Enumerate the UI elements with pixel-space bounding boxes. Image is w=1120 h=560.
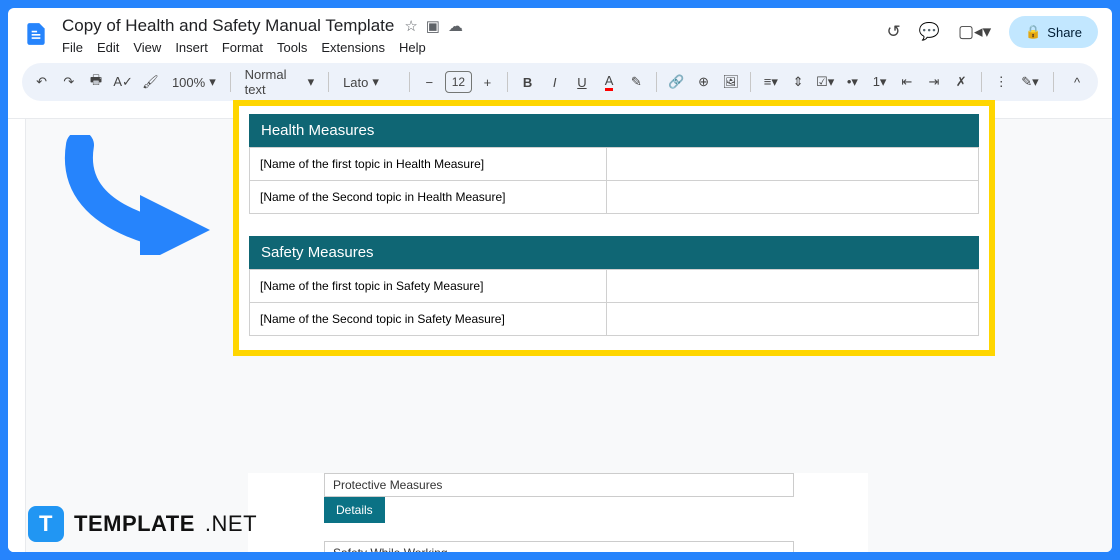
details-button[interactable]: Details [324, 497, 385, 523]
document-title[interactable]: Copy of Health and Safety Manual Templat… [62, 16, 394, 36]
bullet-list-icon[interactable]: •▾ [841, 69, 864, 95]
font-select[interactable]: Lato ▾ [337, 74, 401, 90]
highlight-overlay: Health Measures [Name of the first topic… [233, 100, 995, 356]
separator [409, 72, 410, 92]
cloud-icon[interactable]: ☁ [448, 17, 463, 35]
separator [656, 72, 657, 92]
zoom-select[interactable]: 100% ▾ [166, 74, 222, 90]
chevron-down-icon: ▾ [308, 74, 315, 90]
chevron-down-icon: ▾ [209, 74, 216, 90]
chevron-down-icon: ▾ [372, 74, 379, 90]
line-spacing-icon[interactable]: ⇕ [786, 69, 809, 95]
header-right-actions: ↺ 💬 ▢◂▾ 🔒 Share [887, 16, 1098, 48]
cell-empty [607, 269, 978, 302]
table-row[interactable]: [Name of the first topic in Safety Measu… [250, 269, 978, 302]
clear-format-icon[interactable]: ✗ [950, 69, 973, 95]
link-icon[interactable]: 🔗 [665, 69, 688, 95]
safety-measures-header: Safety Measures [249, 236, 979, 269]
spellcheck-icon[interactable]: A✓ [112, 69, 135, 95]
move-icon[interactable]: ▣ [426, 17, 440, 35]
doc-title-row: Copy of Health and Safety Manual Templat… [62, 16, 875, 36]
menu-format[interactable]: Format [222, 40, 263, 55]
document-page[interactable]: Protective Measures Details Safety While… [248, 473, 868, 552]
safety-measures-table: [Name of the first topic in Safety Measu… [249, 269, 979, 336]
bold-icon[interactable]: B [516, 69, 539, 95]
number-list-icon[interactable]: 1▾ [868, 69, 891, 95]
share-button[interactable]: 🔒 Share [1009, 16, 1098, 48]
underline-icon[interactable]: U [570, 69, 593, 95]
menubar: File Edit View Insert Format Tools Exten… [62, 40, 875, 55]
text-color-icon[interactable]: A [598, 69, 621, 95]
callout-arrow-icon [60, 135, 220, 255]
increase-font-icon[interactable]: + [476, 69, 499, 95]
editing-mode-icon[interactable]: ✎▾ [1017, 69, 1043, 95]
highlight-icon[interactable]: ✎ [625, 69, 648, 95]
menu-view[interactable]: View [133, 40, 161, 55]
cell-topic: [Name of the Second topic in Health Meas… [250, 180, 607, 213]
table-row[interactable]: [Name of the Second topic in Safety Meas… [250, 302, 978, 335]
separator [230, 72, 231, 92]
comments-icon[interactable]: 💬 [919, 22, 940, 42]
titlebar: Copy of Health and Safety Manual Templat… [8, 8, 1112, 57]
menu-edit[interactable]: Edit [97, 40, 119, 55]
toolbar: ↶ ↷ 🖶 A✓ 🖌 100%▾ Normal text▾ Lato▾ − 12… [22, 63, 1098, 101]
menu-help[interactable]: Help [399, 40, 426, 55]
watermark-brand: TEMPLATE [74, 511, 195, 537]
vertical-ruler[interactable] [8, 119, 26, 552]
zoom-value: 100% [172, 75, 205, 90]
decrease-font-icon[interactable]: − [418, 69, 441, 95]
collapse-icon[interactable]: ^ [1064, 69, 1090, 95]
template-net-watermark: T TEMPLATE .NET [28, 506, 257, 542]
separator [981, 72, 982, 92]
checklist-icon[interactable]: ☑▾ [814, 69, 837, 95]
separator [328, 72, 329, 92]
safety-working-row[interactable]: Safety While Working [324, 541, 794, 552]
indent-increase-icon[interactable]: ⇥ [922, 69, 945, 95]
print-icon[interactable]: 🖶 [84, 69, 107, 95]
history-icon[interactable]: ↺ [887, 22, 901, 42]
health-measures-header: Health Measures [249, 114, 979, 147]
cell-empty [607, 147, 978, 180]
menu-tools[interactable]: Tools [277, 40, 307, 55]
separator [750, 72, 751, 92]
paragraph-style-select[interactable]: Normal text▾ [239, 67, 321, 97]
title-icons: ☆ ▣ ☁ [404, 17, 463, 35]
style-value: Normal text [245, 67, 304, 97]
cell-topic: [Name of the Second topic in Safety Meas… [250, 302, 607, 335]
lock-icon: 🔒 [1025, 24, 1041, 40]
star-icon[interactable]: ☆ [404, 17, 417, 35]
add-comment-icon[interactable]: ⊕ [692, 69, 715, 95]
paint-format-icon[interactable]: 🖌 [139, 69, 162, 95]
watermark-suffix: .NET [205, 511, 257, 537]
cell-topic: [Name of the first topic in Health Measu… [250, 147, 607, 180]
docs-logo-icon[interactable] [22, 16, 50, 52]
insert-image-icon[interactable]: 🖼 [719, 69, 742, 95]
separator [507, 72, 508, 92]
table-row[interactable]: [Name of the first topic in Health Measu… [250, 147, 978, 180]
menu-file[interactable]: File [62, 40, 83, 55]
cell-empty [607, 302, 978, 335]
font-size-input[interactable]: 12 [445, 71, 472, 93]
title-area: Copy of Health and Safety Manual Templat… [62, 16, 875, 55]
separator [1053, 72, 1054, 92]
redo-icon[interactable]: ↷ [57, 69, 80, 95]
font-value: Lato [343, 75, 368, 90]
toolbar-right: ✎▾ ^ [1017, 69, 1090, 95]
menu-insert[interactable]: Insert [175, 40, 208, 55]
align-icon[interactable]: ≡▾ [759, 69, 782, 95]
italic-icon[interactable]: I [543, 69, 566, 95]
cell-topic: [Name of the first topic in Safety Measu… [250, 269, 607, 302]
menu-extensions[interactable]: Extensions [321, 40, 385, 55]
undo-icon[interactable]: ↶ [30, 69, 53, 95]
watermark-icon: T [28, 506, 64, 542]
table-row[interactable]: [Name of the Second topic in Health Meas… [250, 180, 978, 213]
share-label: Share [1047, 25, 1082, 40]
cell-empty [607, 180, 978, 213]
more-icon[interactable]: ⋮ [990, 69, 1013, 95]
meet-icon[interactable]: ▢◂▾ [958, 22, 991, 42]
indent-decrease-icon[interactable]: ⇤ [895, 69, 918, 95]
protective-measures-row[interactable]: Protective Measures [324, 473, 794, 497]
health-measures-table: [Name of the first topic in Health Measu… [249, 147, 979, 214]
